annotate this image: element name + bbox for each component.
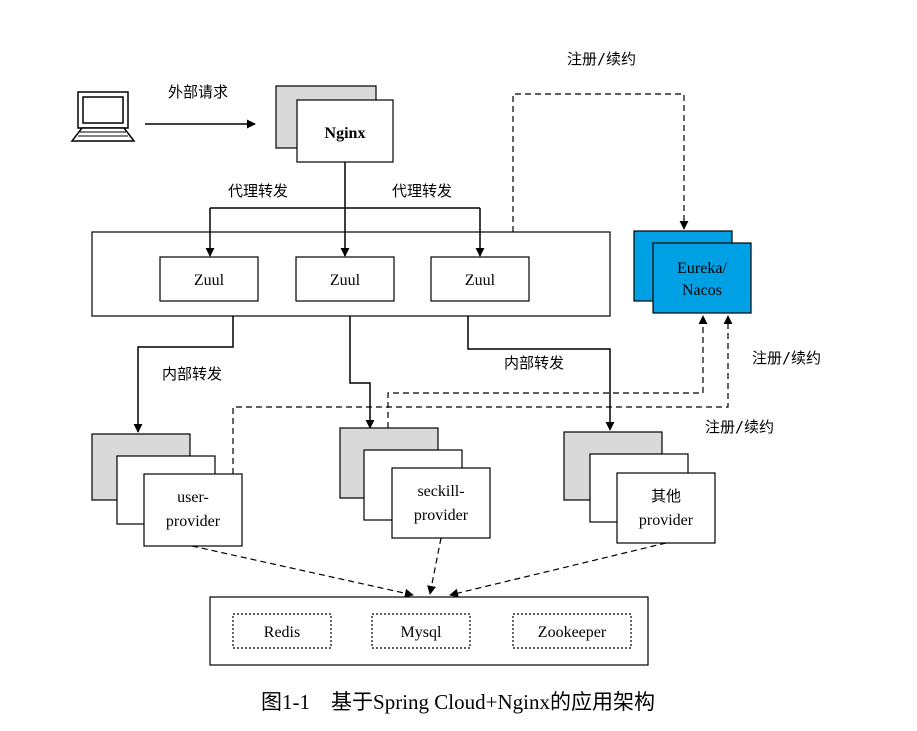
external-request-label: 外部请求: [168, 83, 228, 101]
other-provider-label-line2: provider: [639, 512, 694, 529]
register-renew-label-bottom: 注册/续约: [705, 418, 774, 436]
zookeeper-label: Zookeeper: [538, 624, 607, 641]
proxy-connectors: [205, 162, 485, 257]
internal-forward-label-right: 内部转发: [504, 354, 564, 372]
registry-label-line1: Eureka/: [677, 260, 727, 277]
registry-label-line2: Nacos: [682, 282, 722, 299]
redis-label: Redis: [264, 624, 300, 641]
proxy-forward-label-right: 代理转发: [392, 182, 452, 200]
seckill-provider-label-line2: provider: [414, 507, 469, 524]
internal-forward-label-left: 内部转发: [162, 365, 222, 383]
register-renew-arrow-top: [512, 93, 689, 232]
mysql-label: Mysql: [401, 624, 442, 641]
zuul-node-2: Zuul: [295, 256, 395, 302]
other-provider-node: 其他 provider: [563, 431, 716, 544]
architecture-diagram: 外部请求 Nginx 代理转发 代理转发 Zuul Zuul Zuul Eure…: [70, 50, 821, 714]
zookeeper-node: Zookeeper: [512, 613, 632, 649]
seckill-provider-node: seckill- provider: [339, 427, 491, 539]
mysql-node: Mysql: [371, 613, 471, 649]
user-provider-node: user- provider: [91, 433, 243, 547]
zuul-node-1: Zuul: [159, 256, 259, 302]
storage-connectors: [191, 537, 667, 598]
zuul-label-3: Zuul: [465, 272, 496, 289]
zuul-label-1: Zuul: [194, 272, 225, 289]
register-renew-label-top: 注册/续约: [567, 50, 636, 68]
user-provider-label-line2: provider: [166, 513, 221, 530]
nginx-node: Nginx: [275, 85, 394, 163]
zuul-label-2: Zuul: [330, 272, 361, 289]
register-renew-label-right: 注册/续约: [752, 349, 821, 367]
registry-node: Eureka/ Nacos: [633, 230, 752, 314]
figure-caption: 图1-1 基于Spring Cloud+Nginx的应用架构: [261, 690, 655, 714]
redis-node: Redis: [232, 613, 332, 649]
other-provider-label-line1: 其他: [651, 487, 681, 505]
proxy-forward-label-left: 代理转发: [228, 182, 288, 200]
nginx-label: Nginx: [325, 125, 366, 142]
user-provider-label-line1: user-: [177, 489, 209, 506]
seckill-provider-label-line1: seckill-: [417, 483, 464, 500]
computer-icon: [70, 91, 136, 142]
zuul-node-3: Zuul: [430, 256, 530, 302]
